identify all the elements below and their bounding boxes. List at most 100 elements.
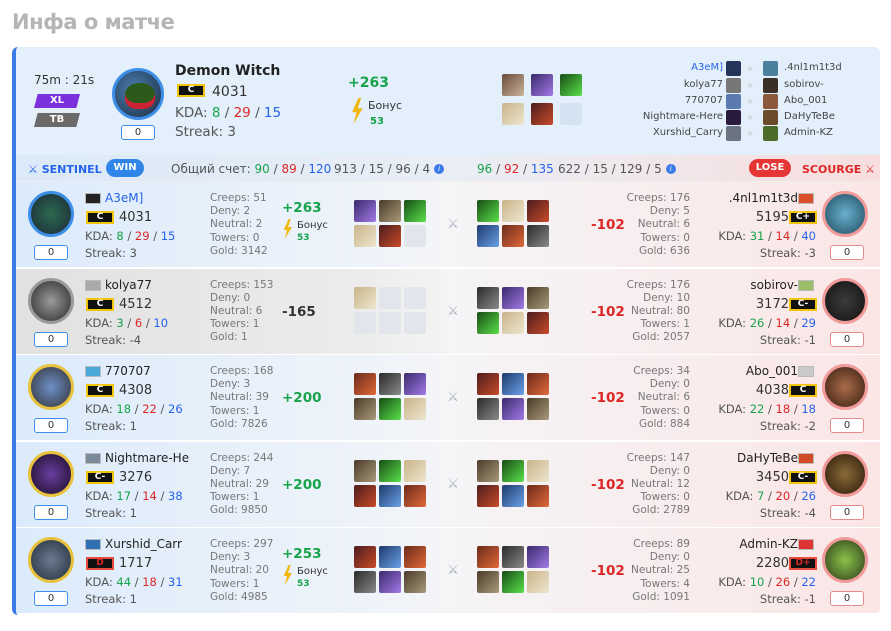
item-slot[interactable] [527, 398, 549, 420]
item-slot[interactable] [477, 200, 499, 222]
item-slot[interactable] [354, 459, 376, 482]
item-slot[interactable] [354, 484, 376, 507]
player-counter[interactable]: 0 [830, 331, 864, 347]
player-name[interactable]: Admin-KZ [739, 537, 798, 551]
player-name[interactable]: .4nl1m1t3d [729, 191, 798, 205]
item-slot[interactable] [354, 200, 376, 222]
player-counter[interactable]: 0 [830, 418, 864, 433]
lobby-left-name[interactable]: Nightmare-Here [613, 111, 723, 122]
player-avatar[interactable] [28, 537, 74, 583]
player-counter[interactable]: 0 [830, 591, 864, 606]
item-slot[interactable] [404, 398, 426, 420]
player-name[interactable]: Abo_001 [746, 364, 798, 378]
item-slot[interactable] [502, 225, 524, 247]
player-avatar[interactable] [112, 68, 164, 120]
lobby-right-name[interactable]: Admin-KZ [784, 127, 880, 138]
player-counter[interactable]: 0 [34, 418, 68, 433]
info-icon[interactable]: i [665, 164, 676, 174]
item-slot[interactable] [379, 373, 401, 395]
item-slot[interactable] [527, 571, 549, 593]
item-slot[interactable] [502, 103, 524, 125]
player-counter[interactable]: 0 [34, 331, 68, 347]
item-slot[interactable] [502, 74, 524, 96]
player-name[interactable]: 770707 [105, 364, 193, 378]
item-slot[interactable] [527, 225, 549, 247]
item-slot[interactable] [531, 74, 553, 96]
item-slot[interactable] [379, 459, 401, 482]
player-avatar[interactable] [28, 191, 74, 237]
item-slot[interactable] [477, 398, 499, 420]
item-slot[interactable] [354, 546, 376, 568]
item-slot[interactable] [527, 459, 549, 482]
item-slot[interactable] [502, 200, 524, 222]
item-slot[interactable] [379, 571, 401, 593]
item-slot[interactable] [404, 459, 426, 482]
lobby-right-name[interactable]: .4nl1m1t3d [784, 62, 880, 73]
player-counter[interactable]: 0 [34, 591, 68, 606]
info-icon[interactable]: i [434, 164, 445, 174]
item-slot[interactable] [379, 200, 401, 222]
player-avatar[interactable] [28, 277, 74, 324]
item-slot[interactable] [502, 398, 524, 420]
item-slot[interactable] [354, 373, 376, 395]
player-name[interactable]: DaHyTeBe [737, 451, 798, 465]
player-name[interactable]: sobirov- [750, 278, 798, 292]
item-slot[interactable] [354, 286, 376, 309]
item-slot[interactable] [379, 484, 401, 507]
lobby-right-name[interactable]: sobirov- [784, 79, 880, 90]
item-slot[interactable] [527, 546, 549, 568]
player-name[interactable]: A3eM] [105, 191, 193, 205]
item-slot[interactable] [502, 373, 524, 395]
player-name[interactable]: Demon Witch [175, 63, 280, 79]
item-slot[interactable] [379, 546, 401, 568]
item-slot[interactable] [477, 311, 499, 334]
lobby-right-name[interactable]: DaHyTeBe [784, 111, 880, 122]
item-slot[interactable] [477, 571, 499, 593]
item-slot[interactable] [477, 459, 499, 482]
lobby-left-name[interactable]: A3eM] [613, 62, 723, 73]
item-slot[interactable] [477, 484, 499, 507]
lobby-left-name[interactable]: 770707 [613, 95, 723, 106]
player-name[interactable]: Nightmare-He [105, 451, 193, 465]
item-slot[interactable] [404, 571, 426, 593]
lobby-left-name[interactable]: Xurshid_Carry [613, 127, 723, 138]
item-slot[interactable] [477, 373, 499, 395]
player-counter[interactable]: 0 [34, 504, 68, 520]
player-avatar[interactable] [822, 450, 868, 497]
item-slot[interactable] [527, 200, 549, 222]
item-slot[interactable] [527, 484, 549, 507]
item-slot[interactable] [404, 484, 426, 507]
item-slot[interactable] [379, 398, 401, 420]
player-name[interactable]: kolya77 [105, 278, 193, 292]
item-slot[interactable] [502, 546, 524, 568]
player-counter[interactable]: 0 [121, 125, 155, 140]
item-slot[interactable] [354, 571, 376, 593]
player-counter[interactable]: 0 [34, 245, 68, 260]
player-avatar[interactable] [822, 191, 868, 237]
item-slot[interactable] [527, 311, 549, 334]
item-slot[interactable] [477, 286, 499, 309]
item-slot[interactable] [354, 398, 376, 420]
player-counter[interactable]: 0 [830, 504, 864, 520]
item-slot[interactable] [531, 103, 553, 125]
player-avatar[interactable] [28, 364, 74, 410]
item-slot[interactable] [502, 286, 524, 309]
item-slot[interactable] [502, 311, 524, 334]
item-slot[interactable] [527, 373, 549, 395]
item-slot[interactable] [354, 225, 376, 247]
item-slot[interactable] [404, 200, 426, 222]
lobby-left-name[interactable]: kolya77 [613, 79, 723, 90]
item-slot[interactable] [502, 571, 524, 593]
item-slot[interactable] [477, 546, 499, 568]
player-avatar[interactable] [822, 364, 868, 410]
item-slot[interactable] [527, 286, 549, 309]
player-avatar[interactable] [28, 450, 74, 497]
item-slot[interactable] [404, 546, 426, 568]
item-slot[interactable] [404, 373, 426, 395]
player-avatar[interactable] [822, 277, 868, 324]
player-counter[interactable]: 0 [830, 245, 864, 260]
player-name[interactable]: Xurshid_Carr [105, 537, 193, 551]
lobby-right-name[interactable]: Abo_001 [784, 95, 880, 106]
item-slot[interactable] [502, 459, 524, 482]
item-slot[interactable] [379, 225, 401, 247]
